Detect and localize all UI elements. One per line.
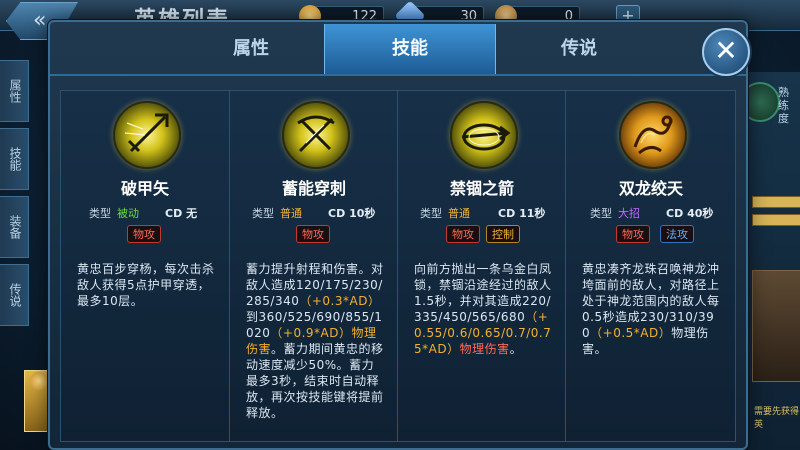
physical-damage-badge: 物攻 (446, 225, 480, 243)
hero-portrait[interactable] (752, 270, 800, 382)
piercing-arrow-icon[interactable] (113, 101, 181, 169)
type-value: 普通 (448, 207, 470, 220)
skills-panel: 破甲矢 类型 被动 CD 无 物攻 黄忠百步穿杨，每次击杀敌人获得5点护甲穿透，最… (60, 90, 736, 442)
control-badge: 控制 (486, 225, 520, 243)
cd-value: 10秒 (349, 207, 376, 220)
skill-description: 向前方抛出一条乌金白凤锁，禁锢沿途经过的敌人1.5秒，并对其造成220/335/… (414, 261, 554, 357)
skill-type: 类型 大招 (590, 205, 640, 221)
cd-label: CD (165, 207, 183, 220)
close-icon: ✕ (714, 34, 738, 67)
cd-value: 无 (186, 207, 198, 220)
skill-name: 禁锢之箭 (449, 179, 514, 198)
cd-value: 40秒 (687, 207, 714, 220)
skill-description: 黄忠百步穿杨，每次击杀敌人获得5点护甲穿透，最多10层。 (77, 261, 217, 309)
left-tab-legend[interactable]: 传说 (0, 264, 29, 326)
cd-label: CD (498, 207, 516, 220)
skill-name: 双龙绞天 (618, 179, 683, 198)
magic-damage-badge: 法攻 (660, 225, 694, 243)
description-segment: （+0.3*AD） (299, 294, 381, 308)
right-side-panel (748, 72, 800, 450)
hero-detail-modal: 属性 技能 传说 ✕ 破甲矢 类型 被动 CD 无 物攻 黄忠百步穿杨，每次击杀… (48, 20, 750, 450)
left-coin-icon (30, 372, 48, 390)
skill-card: 双龙绞天 类型 大招 CD 40秒 物攻 法攻 黄忠凑齐龙珠召唤神龙冲垮面前的敌人… (565, 91, 736, 441)
tab-attributes[interactable]: 属性 (166, 24, 336, 74)
close-button[interactable]: ✕ (702, 28, 750, 76)
skill-card: 禁锢之箭 类型 普通 CD 11秒 物攻 控制 向前方抛出一条乌金白凤锁，禁锢沿途… (397, 91, 566, 441)
type-label: 类型 (252, 207, 274, 220)
description-segment: 物理伤害 (459, 342, 510, 356)
description-segment: 黄忠百步穿杨，每次击杀敌人获得5点护甲穿透，最多10层。 (77, 262, 215, 308)
tab-underline (50, 74, 746, 76)
skill-name: 破甲矢 (120, 179, 169, 198)
cd-label: CD (666, 207, 684, 220)
skill-type: 类型 被动 (89, 205, 139, 221)
physical-damage-badge: 物攻 (296, 225, 330, 243)
back-arrow-icon: « (33, 8, 47, 33)
skill-name: 蓄能穿刺 (281, 179, 346, 198)
right-bar (752, 214, 800, 226)
left-tab-equipment[interactable]: 装备 (0, 196, 29, 258)
physical-damage-badge: 物攻 (127, 225, 161, 243)
type-label: 类型 (89, 207, 111, 220)
skill-cooldown: CD 10秒 (328, 205, 375, 221)
skill-description: 黄忠凑齐龙珠召唤神龙冲垮面前的敌人，对路径上处于神龙范围内的敌人每0.5秒造成2… (582, 261, 722, 357)
skill-type: 类型 普通 (252, 205, 302, 221)
cd-value: 11秒 (519, 207, 546, 220)
skill-card: 破甲矢 类型 被动 CD 无 物攻 黄忠百步穿杨，每次击杀敌人获得5点护甲穿透，最… (61, 91, 229, 441)
type-value: 普通 (280, 207, 302, 220)
tab-skills[interactable]: 技能 (324, 24, 496, 74)
tab-bar: 属性 技能 传说 (62, 24, 722, 74)
binding-arrow-icon[interactable] (450, 101, 518, 169)
skill-description: 蓄力提升射程和伤害。对敌人造成120/175/230/285/340（+0.3*… (246, 261, 386, 421)
tab-legend[interactable]: 传说 (494, 24, 664, 74)
type-value: 被动 (117, 207, 139, 220)
charged-bow-icon[interactable] (282, 101, 350, 169)
type-label: 类型 (590, 207, 612, 220)
skill-type: 类型 普通 (420, 205, 470, 221)
skill-cooldown: CD 11秒 (498, 205, 545, 221)
skill-cooldown: CD 40秒 (666, 205, 713, 221)
right-bar (752, 196, 800, 208)
left-tab-list: 属性 技能 装备 传说 (0, 60, 34, 332)
cd-label: CD (328, 207, 346, 220)
left-tab-attributes[interactable]: 属性 (0, 60, 29, 122)
right-note: 需要先获得英 (754, 407, 800, 430)
left-tab-skills[interactable]: 技能 (0, 128, 29, 190)
description-segment: （+0.5*AD） (590, 326, 672, 340)
skill-cooldown: CD 无 (165, 205, 197, 221)
type-label: 类型 (420, 207, 442, 220)
physical-damage-badge: 物攻 (616, 225, 650, 243)
skill-card: 蓄能穿刺 类型 普通 CD 10秒 物攻 蓄力提升射程和伤害。对敌人造成120/1… (229, 91, 398, 441)
type-value: 大招 (618, 207, 640, 220)
description-segment: 。 (509, 342, 523, 356)
twin-dragon-icon[interactable] (619, 101, 687, 169)
proficiency-label: 熟练度 (778, 86, 789, 125)
